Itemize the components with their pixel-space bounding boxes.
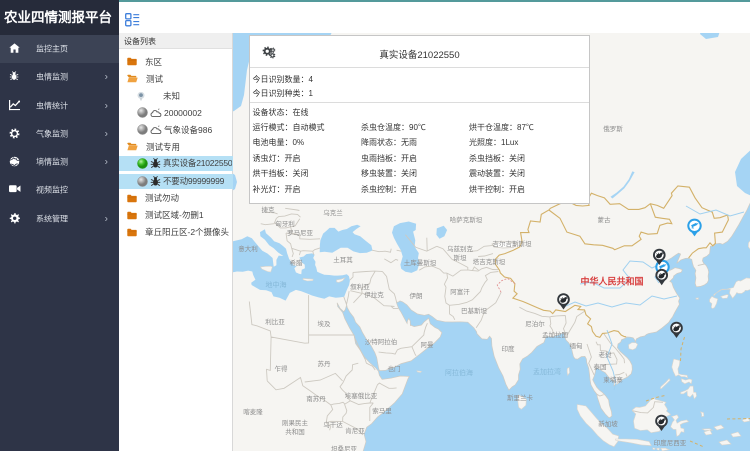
svg-text:罗马尼亚: 罗马尼亚 [287, 229, 314, 237]
svg-text:喀麦隆: 喀麦隆 [243, 407, 263, 416]
svg-text:捷克: 捷克 [262, 205, 276, 214]
svg-text:印度尼西亚: 印度尼西亚 [654, 438, 687, 447]
svg-text:斯坦: 斯坦 [454, 253, 468, 262]
svg-text:斯里兰卡: 斯里兰卡 [507, 393, 534, 402]
svg-text:尼泊尔: 尼泊尔 [525, 319, 545, 328]
svg-text:巴基斯坦: 巴基斯坦 [461, 306, 488, 315]
svg-text:南苏丹: 南苏丹 [306, 394, 326, 403]
svg-text:意大利: 意大利 [238, 244, 258, 253]
svg-text:也门: 也门 [388, 364, 401, 373]
svg-text:索马里: 索马里 [372, 406, 392, 415]
svg-text:乍得: 乍得 [275, 364, 289, 373]
svg-text:刚果民主: 刚果民主 [282, 418, 309, 427]
svg-text:坦桑尼亚: 坦桑尼亚 [331, 444, 358, 451]
svg-text:伊拉克: 伊拉克 [364, 290, 384, 299]
svg-text:乌兹别克: 乌兹别克 [447, 244, 474, 253]
svg-text:泰国: 泰国 [594, 362, 607, 371]
svg-text:新加坡: 新加坡 [598, 419, 618, 428]
svg-text:共和国: 共和国 [285, 427, 305, 436]
svg-text:阿曼: 阿曼 [421, 340, 435, 349]
svg-text:土耳其: 土耳其 [333, 255, 353, 264]
svg-text:叙利亚: 叙利亚 [350, 282, 370, 291]
svg-text:乌克兰: 乌克兰 [323, 208, 343, 217]
svg-text:塔吉克斯坦: 塔吉克斯坦 [473, 257, 506, 266]
svg-text:埃塞俄比亚: 埃塞俄比亚 [345, 391, 378, 400]
svg-text:苏丹: 苏丹 [318, 359, 332, 368]
svg-text:埃及: 埃及 [318, 319, 332, 328]
svg-text:孟加拉国: 孟加拉国 [542, 330, 568, 339]
svg-text:匈牙利: 匈牙利 [275, 219, 295, 228]
svg-text:阿拉伯海: 阿拉伯海 [445, 368, 473, 377]
svg-text:孟加拉湾: 孟加拉湾 [533, 367, 561, 376]
svg-text:肯尼亚: 肯尼亚 [345, 426, 365, 435]
svg-text:利比亚: 利比亚 [265, 317, 285, 326]
svg-text:吉尔吉斯斯坦: 吉尔吉斯斯坦 [493, 239, 533, 248]
svg-text:阿富汗: 阿富汗 [450, 287, 470, 296]
svg-text:沙特阿拉伯: 沙特阿拉伯 [365, 337, 398, 346]
svg-text:乌干达: 乌干达 [323, 420, 343, 429]
svg-text:蒙古: 蒙古 [598, 215, 612, 224]
svg-text:希腊: 希腊 [290, 258, 304, 267]
svg-text:印度: 印度 [502, 344, 516, 353]
svg-text:缅甸: 缅甸 [570, 341, 583, 350]
svg-text:柬埔寨: 柬埔寨 [603, 375, 623, 384]
svg-text:哈萨克斯坦: 哈萨克斯坦 [450, 215, 483, 224]
svg-text:俄罗斯: 俄罗斯 [603, 124, 623, 133]
svg-text:土库曼斯坦: 土库曼斯坦 [404, 258, 437, 267]
svg-text:老挝: 老挝 [599, 350, 613, 359]
svg-text:伊朗: 伊朗 [410, 291, 423, 300]
svg-text:地中海: 地中海 [266, 280, 287, 289]
svg-text:中华人民共和国: 中华人民共和国 [580, 276, 643, 287]
